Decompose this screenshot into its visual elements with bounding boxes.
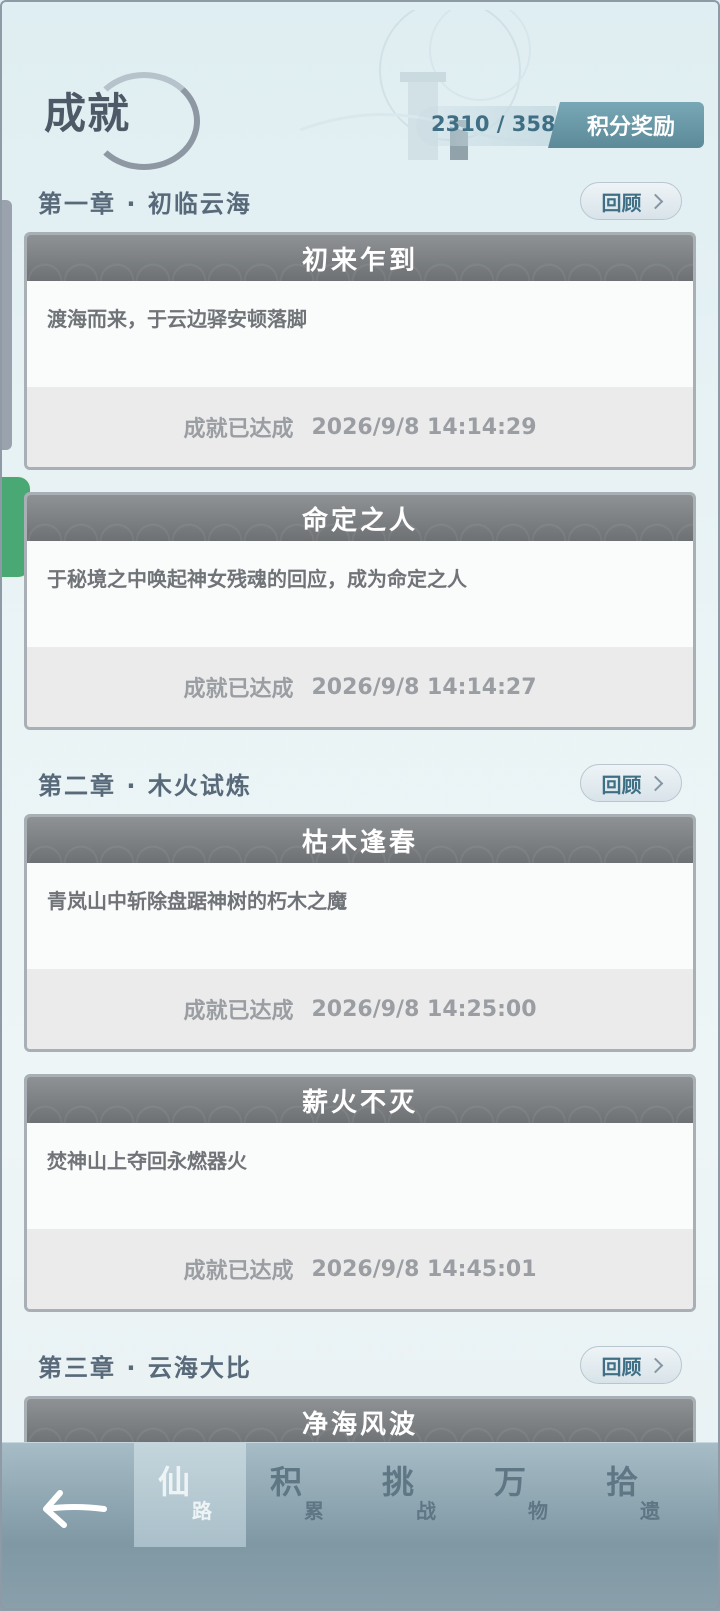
chevron-right-icon (647, 775, 663, 791)
card-header: 命定之人 (27, 495, 693, 541)
card-header: 枯木逢春 (27, 817, 693, 863)
tab-sub-char: 遗 (640, 1499, 660, 1523)
review-label: 回顾 (601, 772, 642, 797)
card-header: 净海风波 (27, 1399, 693, 1442)
achievement-description: 渡海而来，于云边驿安顿落脚 (47, 307, 307, 331)
tab-main-char: 万 (494, 1463, 527, 1501)
card-header: 初来乍到 (27, 235, 693, 281)
header: 成就 2310 / 3580 积分奖励 (0, 0, 720, 170)
review-button[interactable]: 回顾 (580, 1346, 682, 1384)
tab-main-char: 拾 (606, 1463, 639, 1501)
achievement-card[interactable]: 枯木逢春 青岚山中斩除盘踞神树的朽木之魔 成就已达成 2026/9/8 14:2… (24, 814, 696, 1052)
chapter-header: 第三章 · 云海大比 回顾 (0, 1334, 720, 1396)
achievement-title: 枯木逢春 (301, 827, 418, 858)
back-arrow-icon[interactable] (24, 1479, 108, 1533)
points-reward-button[interactable]: 积分奖励 (548, 102, 704, 148)
bottom-navigation: 仙 路 积 累 挑 战 万 物 拾 遗 (0, 1442, 720, 1611)
achievement-card[interactable]: 净海风波 (24, 1396, 696, 1442)
tab-sub-char: 路 (192, 1499, 212, 1523)
tab-main-char: 仙 (158, 1463, 191, 1501)
score-current: 2310 (431, 112, 490, 136)
review-label: 回顾 (601, 1354, 642, 1379)
chapter-title: 第三章 · 云海大比 (38, 1354, 252, 1382)
tab-wanwu[interactable]: 万 物 (470, 1443, 582, 1547)
score-display: 2310 / 3580 (431, 112, 570, 136)
achievement-description: 青岚山中斩除盘踞神树的朽木之魔 (47, 889, 347, 913)
chevron-right-icon (647, 1357, 663, 1373)
achievement-status: 成就已达成 (183, 999, 294, 1024)
achievement-status-bar: 成就已达成 2026/9/8 14:14:29 (27, 387, 693, 467)
card-header: 薪火不灭 (27, 1077, 693, 1123)
score-separator: / (489, 112, 512, 136)
page-title-badge: 成就 (40, 72, 200, 170)
achievement-description: 焚神山上夺回永燃器火 (47, 1149, 247, 1173)
chapter-title: 第二章 · 木火试炼 (38, 772, 252, 800)
achievement-time: 2026/9/8 14:45:01 (311, 1256, 537, 1282)
achievement-card[interactable]: 薪火不灭 焚神山上夺回永燃器火 成就已达成 2026/9/8 14:45:01 (24, 1074, 696, 1312)
tab-sub-char: 累 (304, 1499, 324, 1523)
chevron-right-icon (647, 193, 663, 209)
tab-jilei[interactable]: 积 累 (246, 1443, 358, 1547)
tab-sub-char: 战 (416, 1499, 436, 1523)
achievement-card[interactable]: 初来乍到 渡海而来，于云边驿安顿落脚 成就已达成 2026/9/8 14:14:… (24, 232, 696, 470)
achievement-card[interactable]: 命定之人 于秘境之中唤起神女残魂的回应，成为命定之人 成就已达成 2026/9/… (24, 492, 696, 730)
review-button[interactable]: 回顾 (580, 764, 682, 802)
chapter-title: 第一章 · 初临云海 (38, 190, 252, 218)
achievement-time: 2026/9/8 14:14:27 (311, 674, 537, 700)
achievement-title: 净海风波 (301, 1409, 418, 1440)
achievement-time: 2026/9/8 14:14:29 (311, 414, 537, 440)
tab-main-char: 积 (270, 1463, 303, 1501)
achievement-status: 成就已达成 (183, 417, 294, 442)
tab-shiyi[interactable]: 拾 遗 (582, 1443, 694, 1547)
achievement-title: 薪火不灭 (301, 1087, 418, 1118)
tab-main-char: 挑 (382, 1463, 415, 1501)
tab-sub-char: 物 (528, 1499, 548, 1523)
achievement-status-bar: 成就已达成 2026/9/8 14:45:01 (27, 1229, 693, 1309)
achievement-status-bar: 成就已达成 2026/9/8 14:25:00 (27, 969, 693, 1049)
achievement-title: 初来乍到 (301, 245, 418, 276)
achievement-list[interactable]: 第一章 · 初临云海 回顾 初来乍到 渡海而来，于云边驿安顿落脚 成就已达成 2… (0, 170, 720, 1442)
achievement-status-bar: 成就已达成 2026/9/8 14:14:27 (27, 647, 693, 727)
achievement-time: 2026/9/8 14:25:00 (311, 996, 537, 1022)
achievement-description: 于秘境之中唤起神女残魂的回应，成为命定之人 (47, 567, 467, 591)
achievement-status: 成就已达成 (183, 677, 294, 702)
achievement-status: 成就已达成 (183, 1259, 294, 1284)
chapter-header: 第二章 · 木火试炼 回顾 (0, 752, 720, 814)
chapter-header: 第一章 · 初临云海 回顾 (0, 170, 720, 232)
achievement-title: 命定之人 (301, 505, 418, 536)
review-label: 回顾 (601, 190, 642, 215)
review-button[interactable]: 回顾 (580, 182, 682, 220)
page-title: 成就 (44, 89, 131, 138)
tab-xianlu[interactable]: 仙 路 (134, 1443, 246, 1547)
tab-tiaozhan[interactable]: 挑 战 (358, 1443, 470, 1547)
